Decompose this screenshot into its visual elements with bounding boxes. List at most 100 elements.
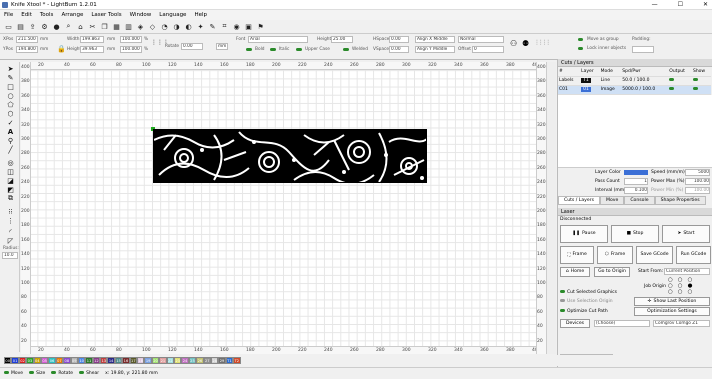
palette-swatch[interactable]: 00 xyxy=(4,357,12,364)
optimize-cut-toggle-icon[interactable] xyxy=(560,308,565,312)
palette-swatch[interactable]: 11 xyxy=(85,357,93,364)
output-toggle-icon[interactable] xyxy=(669,87,675,90)
text-tool-icon[interactable]: A xyxy=(6,127,15,136)
rotate-toggle-icon[interactable] xyxy=(51,371,57,374)
align-x-select[interactable]: Align X Middle xyxy=(415,36,455,43)
pass-count-field[interactable]: 1 xyxy=(624,177,648,185)
xpos-field[interactable]: 211.500 xyxy=(16,36,38,43)
grid-array-icon[interactable]: ⁝⁝ xyxy=(6,207,15,216)
menu-arrange[interactable]: Arrange xyxy=(61,12,83,18)
device-profile-select[interactable]: Comgrov Comgo Z1 xyxy=(653,319,710,327)
power-max-field[interactable]: 100.00 xyxy=(685,177,710,185)
palette-swatch[interactable]: 27 xyxy=(203,357,211,364)
menu-edit[interactable]: Edit xyxy=(21,12,32,18)
layer-color-swatch[interactable] xyxy=(624,169,648,175)
palette-swatch[interactable]: 04 xyxy=(33,357,41,364)
output-toggle-icon[interactable] xyxy=(669,78,675,81)
palette-swatch[interactable]: 01 xyxy=(11,357,19,364)
padding-field[interactable] xyxy=(632,46,654,53)
palette-swatch[interactable]: 15 xyxy=(114,357,123,364)
show-last-position-button[interactable]: ✛ Show Last Position xyxy=(634,296,710,306)
run-gcode-button[interactable]: Run GCode xyxy=(676,245,711,264)
radius-field[interactable]: 10.0 xyxy=(2,252,18,259)
size-toggle-icon[interactable] xyxy=(29,371,35,374)
rotate-field[interactable]: 0.00 xyxy=(181,43,203,50)
pause-button[interactable]: ❚❚ Pause xyxy=(560,224,608,243)
polyline-icon[interactable]: ✓ xyxy=(6,118,15,127)
frame-circle-button[interactable]: ⬡ Frame xyxy=(597,245,633,264)
palette-swatch[interactable]: 08 xyxy=(63,357,71,364)
lock-icon[interactable]: 🔒 xyxy=(57,45,66,53)
palette-swatch[interactable]: 18 xyxy=(137,357,145,364)
width-field[interactable]: 199.863 xyxy=(80,36,104,43)
ungroup-icon[interactable]: ◇ xyxy=(147,21,158,32)
optimization-settings-button[interactable]: Optimization Settings xyxy=(634,306,710,316)
rectangle-icon[interactable]: □ xyxy=(6,82,15,91)
palette-swatch[interactable]: 07 xyxy=(55,357,64,364)
close-button[interactable]: ✕ xyxy=(703,1,708,8)
palette-swatch[interactable]: 24 xyxy=(181,357,189,364)
play-icon[interactable]: ⚑ xyxy=(255,21,266,32)
offset-icon[interactable]: ◎ xyxy=(6,158,15,167)
bicycle-icon[interactable]: ⚇ xyxy=(510,39,517,48)
home-button[interactable]: ⌂ Home xyxy=(560,266,590,277)
palette-swatch[interactable]: 25 xyxy=(188,357,197,364)
save-gcode-button[interactable]: Save GCode xyxy=(636,245,673,264)
polygon-icon[interactable]: ⬠ xyxy=(6,100,15,109)
save-icon[interactable]: ▤ xyxy=(15,21,26,32)
palette-swatch[interactable]: T1 xyxy=(225,357,234,364)
wrench-icon[interactable]: ✎ xyxy=(207,21,218,32)
table-row[interactable]: C01 01 Image 5000.0 / 100.0 xyxy=(558,85,711,95)
ypos-field[interactable]: 194.800 xyxy=(16,46,38,53)
circle-icon[interactable]: ● xyxy=(51,21,62,32)
stop-button[interactable]: ■ Stop xyxy=(611,224,659,243)
hspace-field[interactable]: 0.00 xyxy=(389,36,409,43)
show-toggle-icon[interactable] xyxy=(692,87,698,90)
use-selection-toggle-icon[interactable] xyxy=(560,298,565,302)
height-field[interactable]: 39.963 xyxy=(80,46,104,53)
delete-icon[interactable]: ▥ xyxy=(123,21,134,32)
row-mode[interactable]: Line xyxy=(599,76,622,86)
palette-swatch[interactable]: 17 xyxy=(129,357,138,364)
devices-button[interactable]: Devices xyxy=(560,318,590,328)
camera-icon[interactable]: ◉ xyxy=(231,21,242,32)
group-icon[interactable]: ◈ xyxy=(135,21,146,32)
palette-swatch[interactable]: 21 xyxy=(159,357,167,364)
welded-toggle-icon[interactable] xyxy=(343,48,349,51)
palette-swatch[interactable]: 20 xyxy=(151,357,160,364)
palette-swatch[interactable]: 09 xyxy=(70,357,78,364)
interval-field[interactable]: 0.100 xyxy=(624,186,648,194)
align-y-select[interactable]: Align Y Middle xyxy=(415,46,455,53)
palette-swatch[interactable]: 06 xyxy=(48,357,56,364)
move-group-toggle-icon[interactable] xyxy=(578,38,583,41)
palette-swatch[interactable]: 16 xyxy=(122,357,130,364)
workspace-canvas[interactable] xyxy=(21,62,546,354)
palette-swatch[interactable]: 02 xyxy=(18,357,27,364)
palette-swatch[interactable]: 23 xyxy=(173,357,182,364)
cut-icon[interactable]: ✂ xyxy=(87,21,98,32)
job-origin-radio-grid[interactable]: ○○○ ○○● ○○○ xyxy=(668,277,697,295)
show-toggle-icon[interactable] xyxy=(692,78,698,81)
port-select[interactable]: (Choose) xyxy=(594,319,650,327)
position-laser-icon[interactable]: ⚲ xyxy=(6,136,15,145)
units-button[interactable]: mm xyxy=(216,43,228,50)
palette-swatch[interactable]: T2 xyxy=(233,357,241,364)
ellipse-icon[interactable]: ○ xyxy=(6,91,15,100)
table-row[interactable]: Labels T1 Line 50.0 / 100.0 xyxy=(558,76,711,86)
settings-icon[interactable]: ⚙ xyxy=(39,21,50,32)
intersect-icon[interactable]: ◩ xyxy=(6,185,15,194)
menu-help[interactable]: Help xyxy=(194,12,207,18)
edit-nodes-icon[interactable]: ✎ xyxy=(6,73,15,82)
palette-swatch[interactable]: 14 xyxy=(107,357,115,364)
offset-field[interactable]: 0 xyxy=(472,46,504,53)
palette-swatch[interactable]: 05 xyxy=(40,357,49,364)
circular-array-icon[interactable]: ⋮ xyxy=(6,216,15,225)
flip-icon[interactable]: ⚉ xyxy=(522,39,529,48)
speed-field[interactable]: 5000 xyxy=(685,168,710,176)
minimize-button[interactable]: — xyxy=(652,1,658,8)
width-pct-field[interactable]: 100.000 xyxy=(120,36,142,43)
go-to-origin-button[interactable]: Go to Origin xyxy=(594,266,630,277)
import-icon[interactable]: ⇪ xyxy=(27,21,38,32)
maximize-button[interactable]: ☐ xyxy=(678,1,683,8)
lock-inner-toggle-icon[interactable] xyxy=(578,47,583,50)
